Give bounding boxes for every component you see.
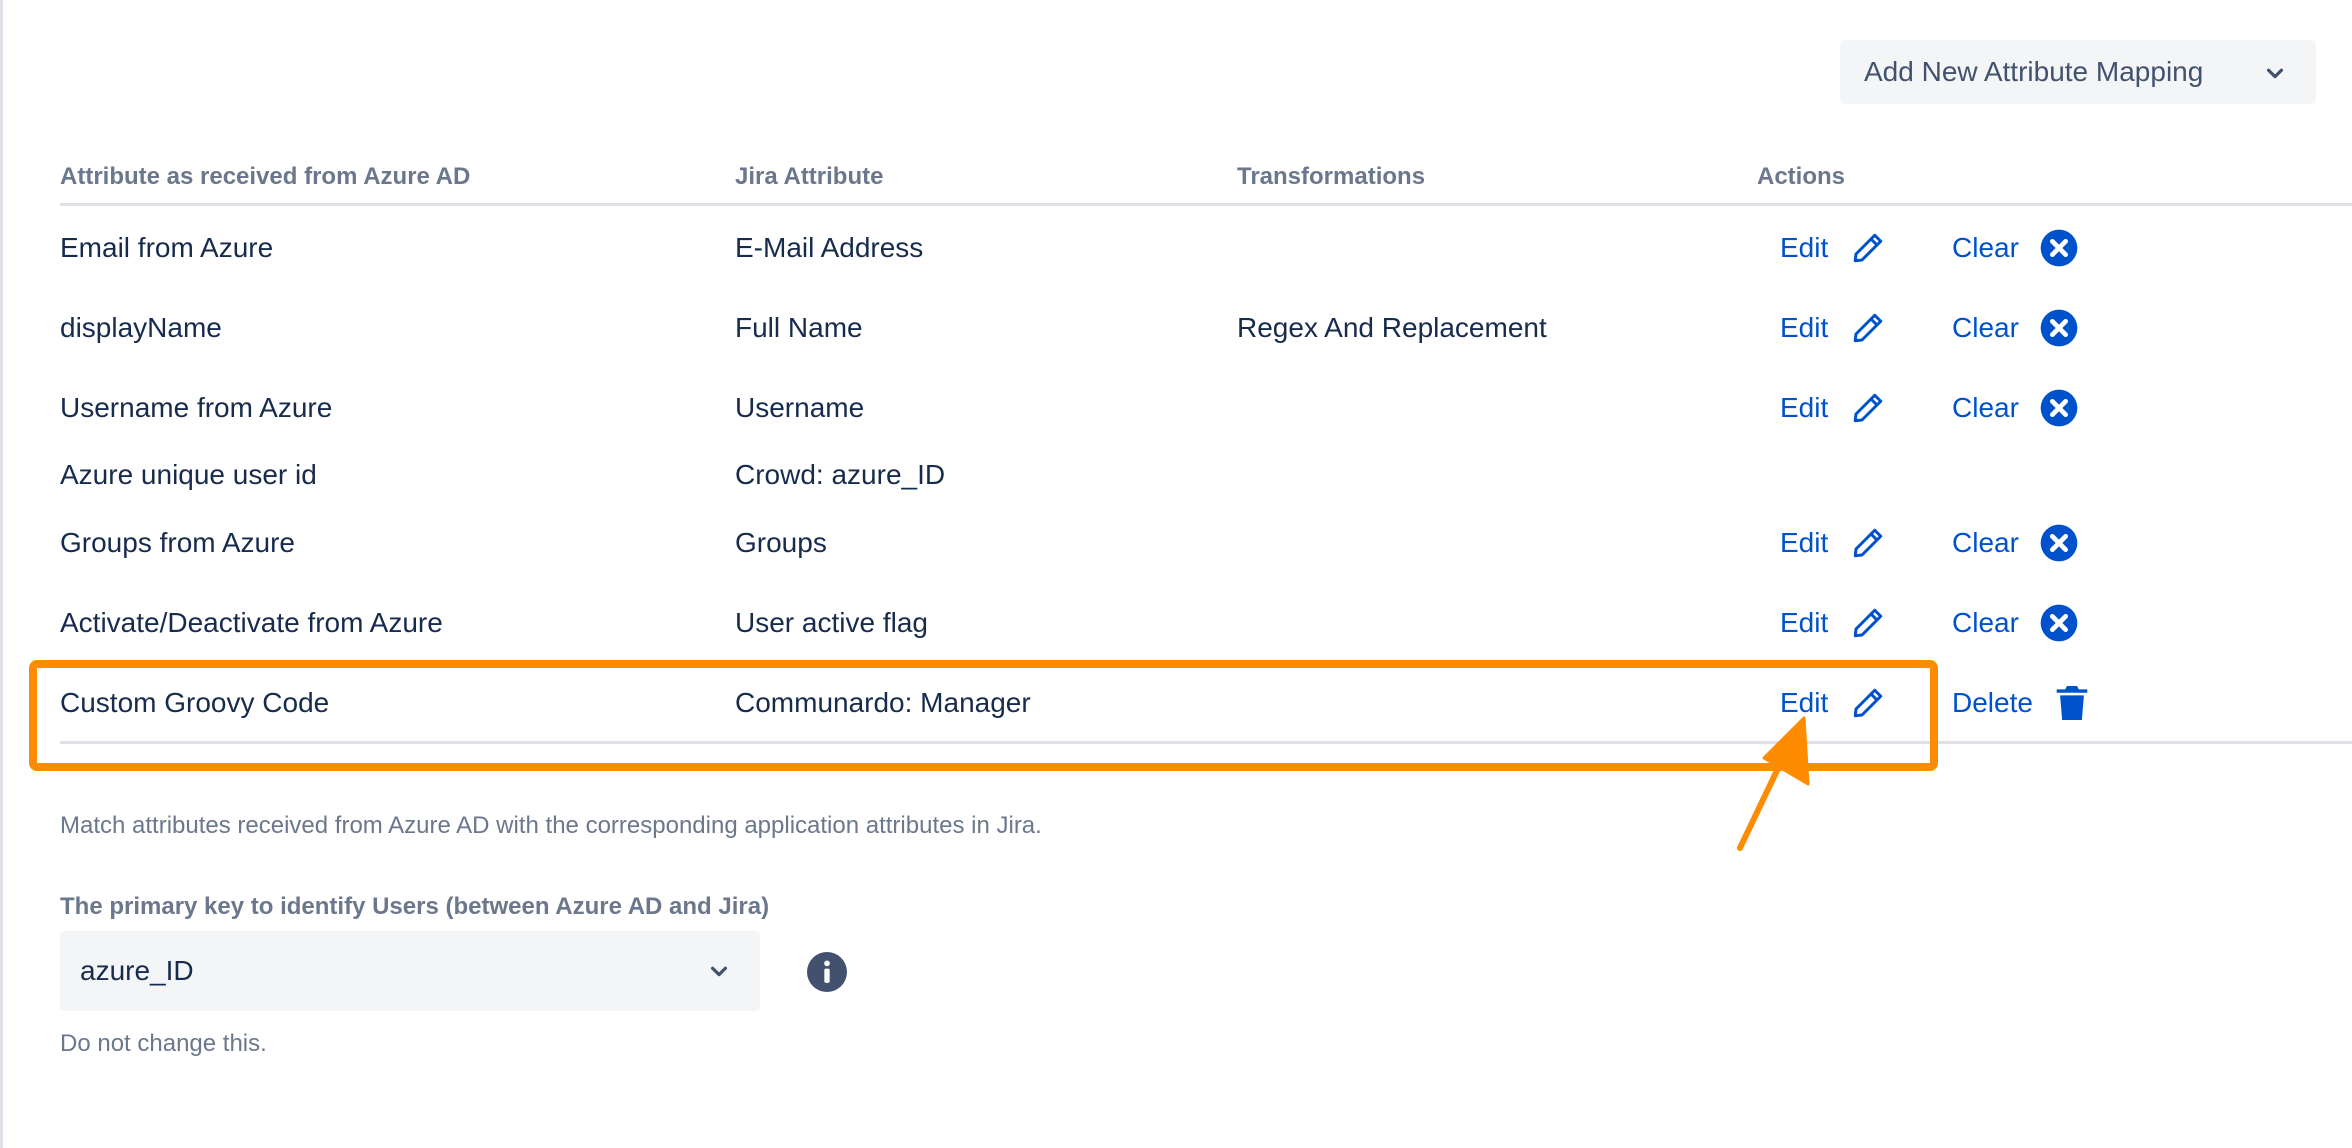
header-source-attribute: Attribute as received from Azure AD [60,163,471,190]
info-icon[interactable] [807,952,847,992]
table-row: Username from Azure Username Edit Clear [0,378,2352,438]
source-attribute-cell: Username from Azure [60,392,333,423]
delete-label: Delete [1952,687,2033,718]
clear-label: Clear [1952,312,2019,343]
add-attribute-mapping-button[interactable]: Add New Attribute Mapping [1840,40,2316,104]
clear-label: Clear [1952,607,2019,638]
annotation-arrow-icon [1737,716,1810,851]
edit-button[interactable]: Edit [1780,593,1886,653]
delete-button[interactable]: Delete [1952,673,2089,733]
clear-button[interactable]: Clear [1952,378,2079,438]
source-attribute-cell: Activate/Deactivate from Azure [60,607,443,638]
x-circle-icon [2040,389,2078,427]
pencil-icon [1854,528,1883,558]
primary-key-select[interactable]: azure_ID [60,931,760,1011]
clear-label: Clear [1952,232,2019,263]
clear-label: Clear [1952,392,2019,423]
jira-attribute-cell: User active flag [735,607,928,638]
chevron-down-icon [2266,68,2284,79]
clear-button[interactable]: Clear [1952,218,2079,278]
add-attribute-mapping-label: Add New Attribute Mapping [1864,56,2204,87]
pencil-icon [1854,608,1883,638]
jira-attribute-cell: Username [735,392,865,423]
pencil-icon [1854,233,1883,263]
jira-attribute-cell: Full Name [735,312,863,343]
clear-button[interactable]: Clear [1952,298,2079,358]
pencil-icon [1854,393,1883,423]
edit-button[interactable]: Edit [1780,298,1886,358]
source-attribute-cell: Groups from Azure [60,527,295,558]
page-left-border [0,0,3,1148]
highlight-box [29,660,1938,771]
edit-label: Edit [1780,392,1829,423]
edit-label: Edit [1780,232,1829,263]
chevron-down-icon [710,966,728,977]
primary-key-label: The primary key to identify Users (betwe… [60,893,770,920]
x-circle-icon [2040,229,2078,267]
table-row: Email from Azure E-Mail Address Edit Cle… [0,218,2352,278]
header-transformations: Transformations [1237,163,1426,190]
edit-label: Edit [1780,607,1829,638]
table-row: Groups from Azure Groups Edit Clear [0,513,2352,573]
table-row: Azure unique user id Crowd: azure_ID [0,445,2352,505]
mapping-help-text: Match attributes received from Azure AD … [60,812,1042,839]
edit-button[interactable]: Edit [1780,218,1886,278]
jira-attribute-cell: E-Mail Address [735,232,924,263]
jira-attribute-cell: Crowd: azure_ID [735,459,946,490]
header-divider [60,203,2352,206]
clear-button[interactable]: Clear [1952,513,2079,573]
trash-icon [2056,686,2088,720]
primary-key-value: azure_ID [80,955,194,986]
x-circle-icon [2040,309,2078,347]
edit-label: Edit [1780,312,1829,343]
transformation-cell: Regex And Replacement [1237,312,1547,343]
edit-button[interactable]: Edit [1780,378,1886,438]
x-circle-icon [2040,604,2078,642]
header-jira-attribute: Jira Attribute [735,163,884,190]
header-actions: Actions [1757,163,1846,190]
table-row: displayName Full Name Regex And Replacem… [0,298,2352,358]
primary-key-hint: Do not change this. [60,1030,267,1057]
pencil-icon [1854,313,1883,343]
source-attribute-cell: displayName [60,312,222,343]
clear-label: Clear [1952,527,2019,558]
table-row: Activate/Deactivate from Azure User acti… [0,593,2352,653]
edit-button[interactable]: Edit [1780,513,1886,573]
clear-button[interactable]: Clear [1952,593,2079,653]
edit-label: Edit [1780,527,1829,558]
jira-attribute-cell: Groups [735,527,827,558]
source-attribute-cell: Azure unique user id [60,459,317,490]
source-attribute-cell: Email from Azure [60,232,274,263]
x-circle-icon [2040,524,2078,562]
